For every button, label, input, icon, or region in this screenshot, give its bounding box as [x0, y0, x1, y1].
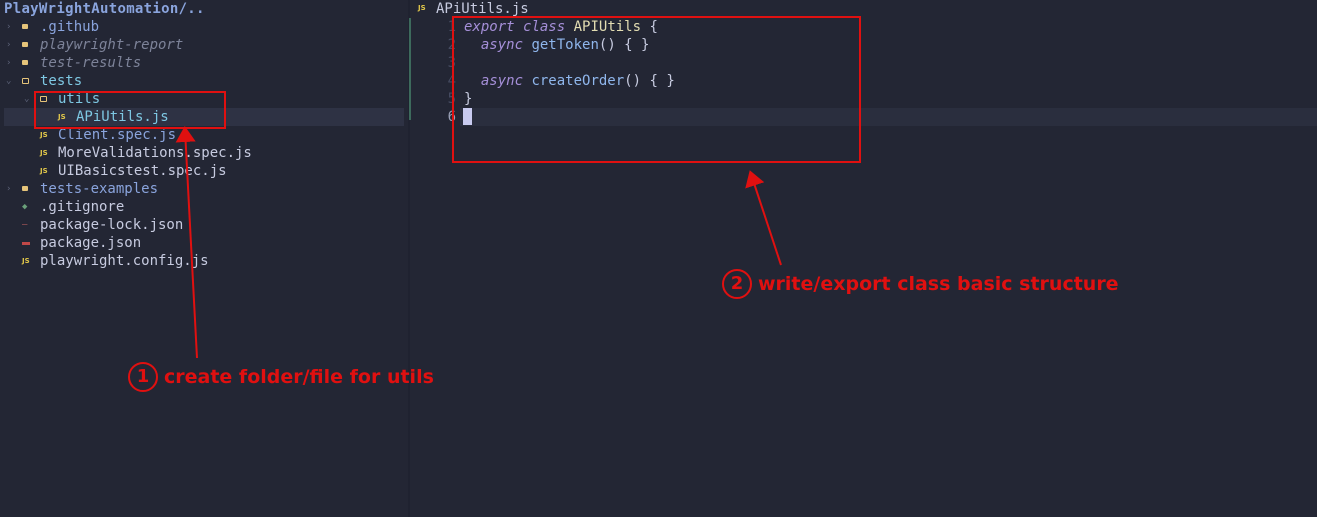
arrow-to-code	[745, 170, 782, 266]
annotation-note-1: 1 create folder/file for utils	[128, 362, 434, 392]
step-number-badge: 2	[722, 269, 752, 299]
annotation-text: write/export class basic structure	[758, 273, 1119, 295]
arrow-to-utils	[175, 126, 198, 359]
step-number-badge: 1	[128, 362, 158, 392]
annotation-arrows	[175, 126, 782, 359]
annotation-text: create folder/file for utils	[164, 366, 434, 388]
annotation-note-2: 2 write/export class basic structure	[722, 269, 1119, 299]
